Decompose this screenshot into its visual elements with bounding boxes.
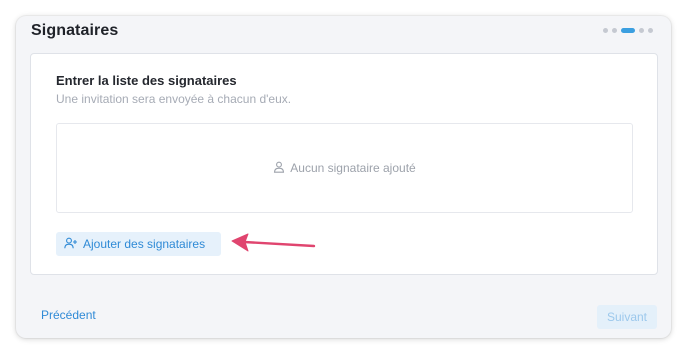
- step-dot: [612, 28, 617, 33]
- step-dot: [648, 28, 653, 33]
- annotation-arrow-icon: [231, 233, 316, 252]
- card-subtitle: Une invitation sera envoyée à chacun d'e…: [56, 92, 292, 106]
- panel-title: Signataires: [31, 22, 119, 39]
- signers-card: Entrer la liste des signataires Une invi…: [30, 53, 658, 275]
- step-indicator: [603, 28, 653, 33]
- step-dot: [639, 28, 644, 33]
- step-dot-active: [621, 28, 635, 33]
- add-signers-button[interactable]: Ajouter des signataires: [56, 232, 221, 256]
- card-title: Entrer la liste des signataires: [56, 73, 237, 88]
- user-icon: [273, 161, 290, 176]
- previous-button[interactable]: Précédent: [41, 308, 96, 322]
- step-dot: [603, 28, 608, 33]
- add-signers-label: Ajouter des signataires: [83, 237, 206, 251]
- next-button[interactable]: Suivant: [597, 305, 657, 329]
- empty-state-text: Aucun signataire ajouté: [290, 161, 416, 175]
- signers-panel: Signataires Entrer la liste des signatai…: [16, 16, 671, 338]
- signers-list-empty: Aucun signataire ajouté: [56, 123, 633, 213]
- user-plus-icon: [64, 237, 83, 252]
